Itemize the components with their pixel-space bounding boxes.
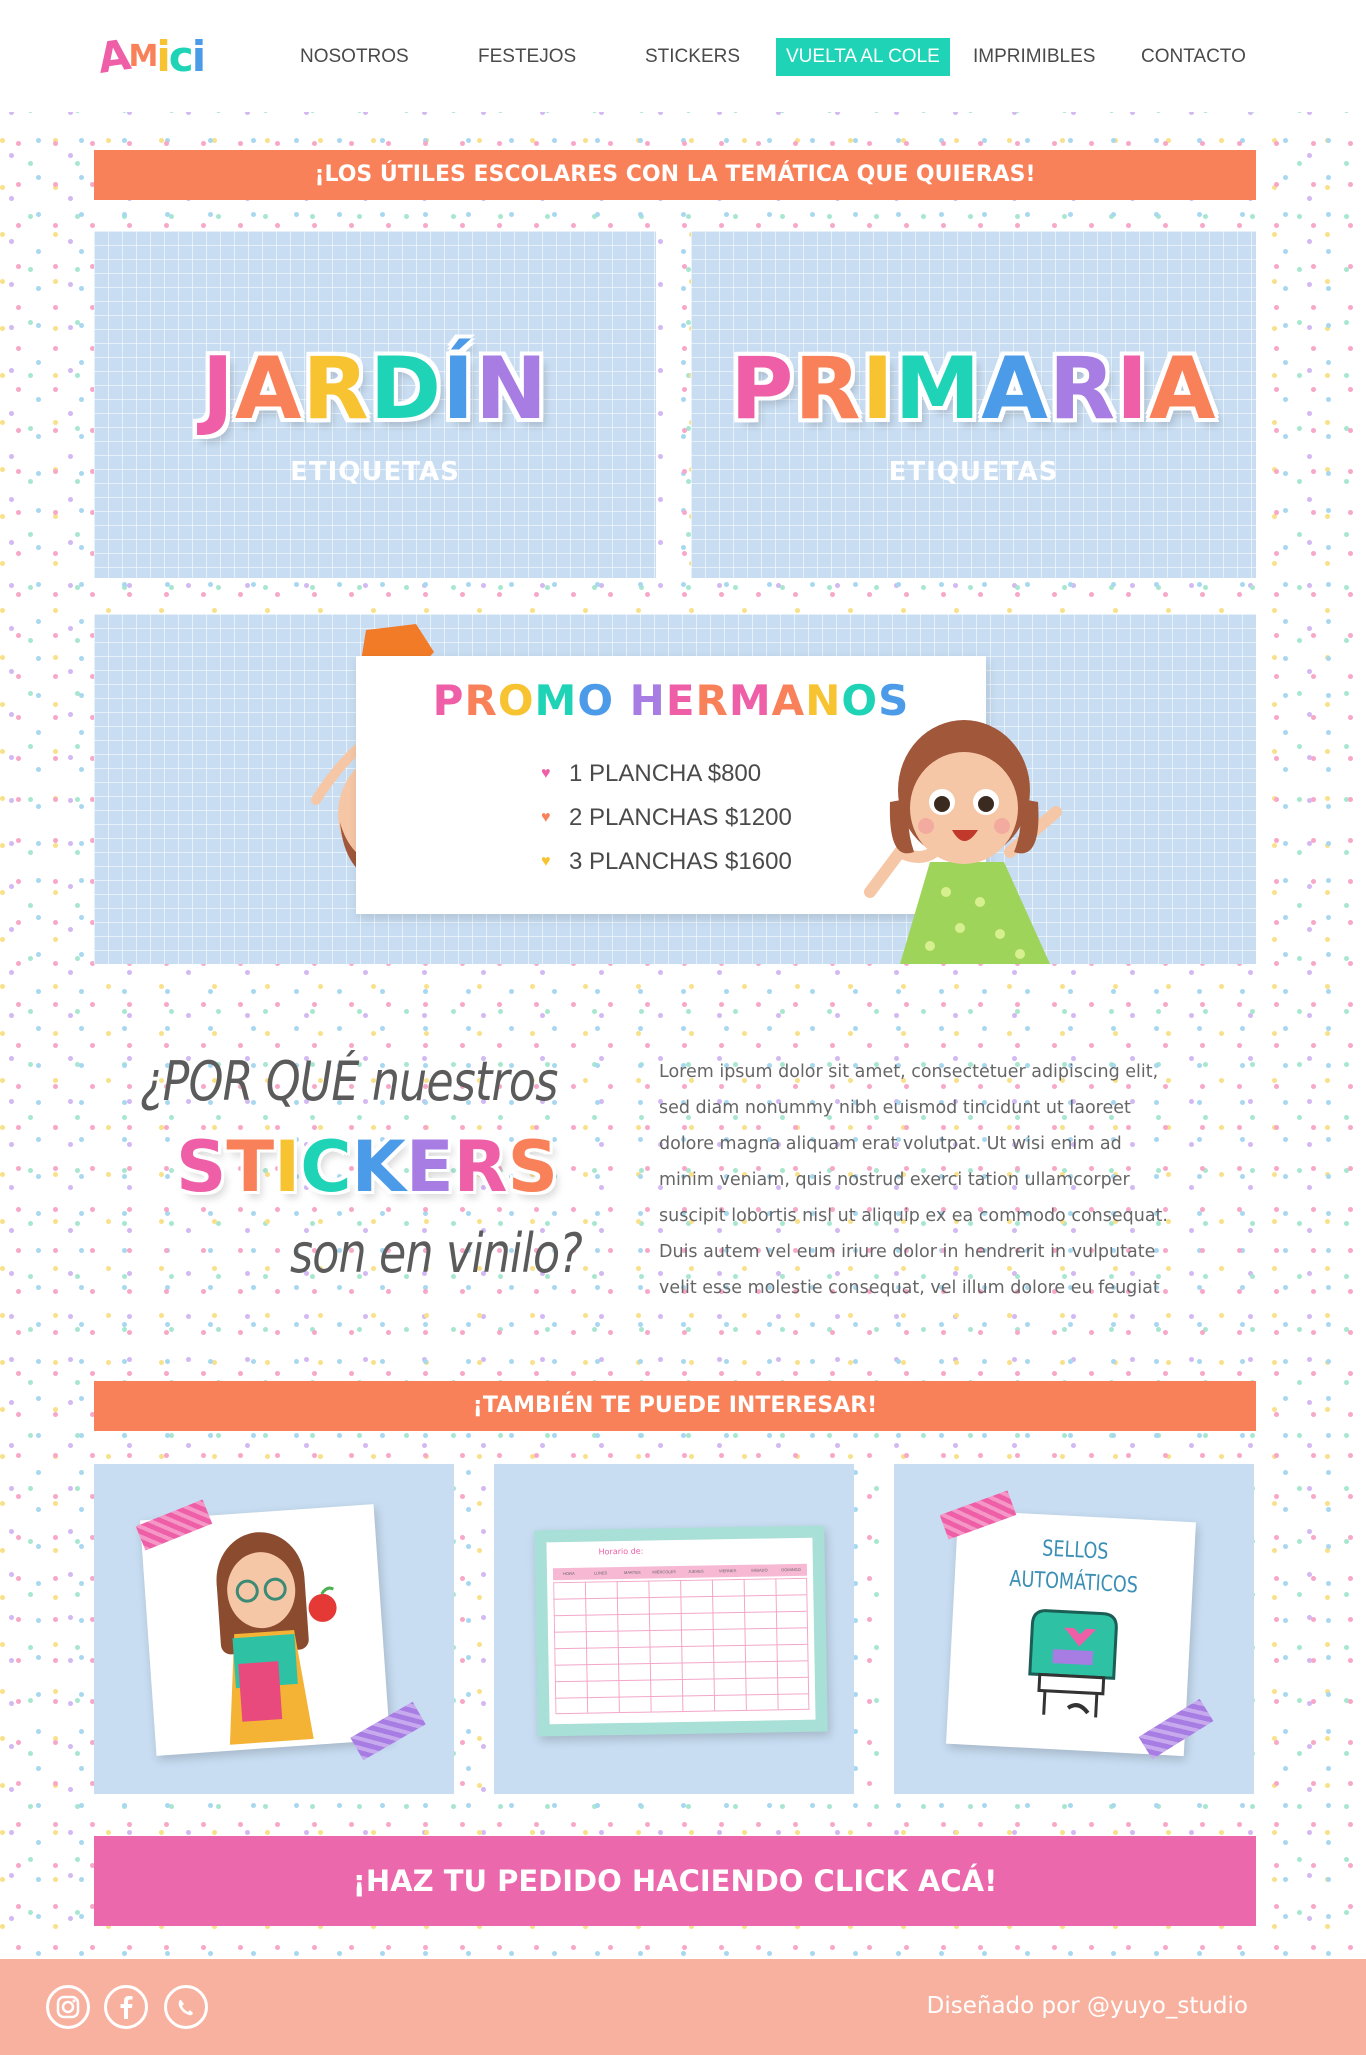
day-label: DOMINGO bbox=[781, 1566, 801, 1573]
rainbow-letter: S bbox=[176, 1126, 227, 1208]
day-label: VIERNES bbox=[718, 1568, 737, 1574]
rainbow-letter: C bbox=[300, 1126, 352, 1208]
rainbow-letter: H bbox=[629, 676, 666, 725]
day-label: MIÉRCOLES bbox=[652, 1569, 676, 1575]
rainbow-letter: P bbox=[432, 676, 465, 725]
logo-letter-c: c bbox=[168, 32, 194, 81]
rainbow-letter: I bbox=[1116, 339, 1150, 439]
logo-letter-i: i bbox=[156, 32, 170, 81]
rainbow-letter: N bbox=[475, 339, 549, 439]
nav-item-festejos[interactable]: FESTEJOS bbox=[468, 38, 586, 76]
card-schedule[interactable]: Horario de: HORA LUNES MARTES MIÉRCOLES … bbox=[494, 1464, 854, 1794]
jardin-title: JARDÍN bbox=[94, 339, 656, 439]
promo-item: ♥ 2 PLANCHAS $1200 bbox=[541, 796, 792, 840]
promo-item: ♥ 3 PLANCHAS $1600 bbox=[541, 840, 792, 884]
rainbow-letter bbox=[614, 676, 630, 725]
card-teacher[interactable] bbox=[94, 1464, 454, 1794]
rainbow-letter: N bbox=[805, 676, 842, 725]
rainbow-letter: K bbox=[351, 1126, 406, 1208]
day-label: LUNES bbox=[593, 1570, 608, 1576]
amici-logo[interactable]: AMici bbox=[95, 26, 214, 88]
rainbow-letter: P bbox=[730, 339, 795, 439]
rainbow-letter: A bbox=[981, 339, 1049, 439]
stamps-polaroid: SELLOS AUTOMÁTICOS bbox=[946, 1509, 1196, 1757]
rainbow-letter: A bbox=[1149, 339, 1217, 439]
schedule-grid bbox=[553, 1577, 810, 1715]
day-label: HORA bbox=[563, 1570, 575, 1577]
promo-item: ♥ 1 PLANCHA $800 bbox=[541, 752, 792, 796]
day-label: SÁBADO bbox=[750, 1567, 768, 1573]
site-footer: Diseñado por @yuyo_studio bbox=[0, 1959, 1366, 2055]
heart-icon: ♥ bbox=[541, 809, 551, 826]
promo-item-text: 2 PLANCHAS $1200 bbox=[569, 804, 792, 831]
schedule-title: Horario de: bbox=[598, 1546, 644, 1557]
rainbow-letter: J bbox=[201, 339, 235, 439]
card-stamps[interactable]: SELLOS AUTOMÁTICOS bbox=[894, 1464, 1254, 1794]
day-label: JUEVES bbox=[688, 1568, 704, 1574]
jardin-subtitle: ETIQUETAS bbox=[290, 457, 460, 487]
promo-item-text: 3 PLANCHAS $1600 bbox=[569, 848, 792, 875]
rainbow-letter: R bbox=[302, 339, 370, 439]
jardin-panel[interactable]: JARDÍN ETIQUETAS bbox=[94, 231, 656, 578]
schedule-sheet: Horario de: HORA LUNES MARTES MIÉRCOLES … bbox=[534, 1525, 828, 1737]
promo-list: ♥ 1 PLANCHA $800 ♥ 2 PLANCHAS $1200 ♥ 3 … bbox=[541, 752, 792, 884]
why-vinyl-heading: ¿POR QUÉ nuestros STICKERS son en vinilo… bbox=[140, 1050, 600, 1300]
primaria-subtitle: ETIQUETAS bbox=[888, 457, 1059, 487]
rainbow-letter: O bbox=[577, 676, 615, 725]
girl-illustration bbox=[860, 702, 1070, 964]
why-line-1: ¿POR QUÉ nuestros bbox=[140, 1050, 558, 1113]
stamp-illustration bbox=[1028, 1609, 1118, 1718]
rainbow-letter: D bbox=[369, 339, 443, 439]
primaria-panel[interactable]: PRIMARIA ETIQUETAS bbox=[691, 231, 1256, 578]
teacher-polaroid bbox=[140, 1504, 390, 1756]
primaria-title: PRIMARIA bbox=[691, 339, 1256, 439]
main-nav: NOSOTROS FESTEJOS STICKERS VUELTA AL COL… bbox=[284, 38, 1284, 76]
rainbow-letter: R bbox=[794, 339, 862, 439]
why-line-3: son en vinilo? bbox=[290, 1222, 583, 1285]
logo-letter-a: A bbox=[94, 30, 132, 83]
why-line-2: STICKERS bbox=[176, 1126, 558, 1208]
rainbow-letter: M bbox=[534, 676, 578, 725]
rainbow-letter: A bbox=[771, 676, 806, 725]
rainbow-letter: R bbox=[464, 676, 498, 725]
rainbow-letter: T bbox=[226, 1126, 275, 1208]
nav-item-vuelta-al-cole[interactable]: VUELTA AL COLE bbox=[776, 38, 950, 76]
rainbow-letter: A bbox=[234, 339, 303, 439]
day-label: MARTES bbox=[623, 1569, 641, 1575]
rainbow-letter: R bbox=[1048, 339, 1117, 439]
hero-banner: ¡LOS ÚTILES ESCOLARES CON LA TEMÁTICA QU… bbox=[94, 150, 1256, 200]
nav-item-nosotros[interactable]: NOSOTROS bbox=[290, 38, 419, 76]
heart-icon: ♥ bbox=[541, 765, 551, 782]
schedule-paper: Horario de: HORA LUNES MARTES MIÉRCOLES … bbox=[546, 1537, 816, 1725]
whatsapp-icon[interactable] bbox=[164, 1985, 208, 2029]
rainbow-letter: S bbox=[507, 1126, 558, 1208]
rainbow-letter: Í bbox=[442, 339, 476, 439]
nav-item-contacto[interactable]: CONTACTO bbox=[1131, 38, 1256, 76]
rainbow-letter: M bbox=[728, 676, 772, 725]
rainbow-letter: I bbox=[861, 339, 895, 439]
rainbow-letter: O bbox=[497, 676, 535, 725]
why-body-text: Lorem ipsum dolor sit amet, consectetuer… bbox=[659, 1062, 1168, 1298]
order-cta-button[interactable]: ¡HAZ TU PEDIDO HACIENDO CLICK ACÁ! bbox=[94, 1836, 1256, 1926]
rainbow-letter: E bbox=[405, 1126, 454, 1208]
rainbow-letter: R bbox=[453, 1126, 508, 1208]
heart-icon: ♥ bbox=[541, 853, 551, 870]
rainbow-letter: E bbox=[665, 676, 696, 725]
teacher-illustration bbox=[216, 1532, 337, 1745]
designer-credit[interactable]: Diseñado por @yuyo_studio bbox=[927, 1993, 1248, 2019]
logo-letter-i2: i bbox=[191, 32, 206, 81]
nav-item-imprimibles[interactable]: IMPRIMIBLES bbox=[963, 38, 1105, 76]
facebook-icon[interactable] bbox=[104, 1985, 148, 2029]
logo-letter-m: M bbox=[128, 39, 159, 74]
site-header: AMici NOSOTROS FESTEJOS STICKERS VUELTA … bbox=[0, 0, 1366, 112]
rainbow-letter: I bbox=[274, 1126, 301, 1208]
also-interested-banner: ¡TAMBIÉN TE PUEDE INTERESAR! bbox=[94, 1381, 1256, 1431]
instagram-icon[interactable] bbox=[46, 1985, 90, 2029]
rainbow-letter: R bbox=[695, 676, 729, 725]
rainbow-letter: M bbox=[894, 339, 982, 439]
nav-item-stickers[interactable]: STICKERS bbox=[635, 38, 750, 76]
promo-item-text: 1 PLANCHA $800 bbox=[569, 760, 762, 787]
